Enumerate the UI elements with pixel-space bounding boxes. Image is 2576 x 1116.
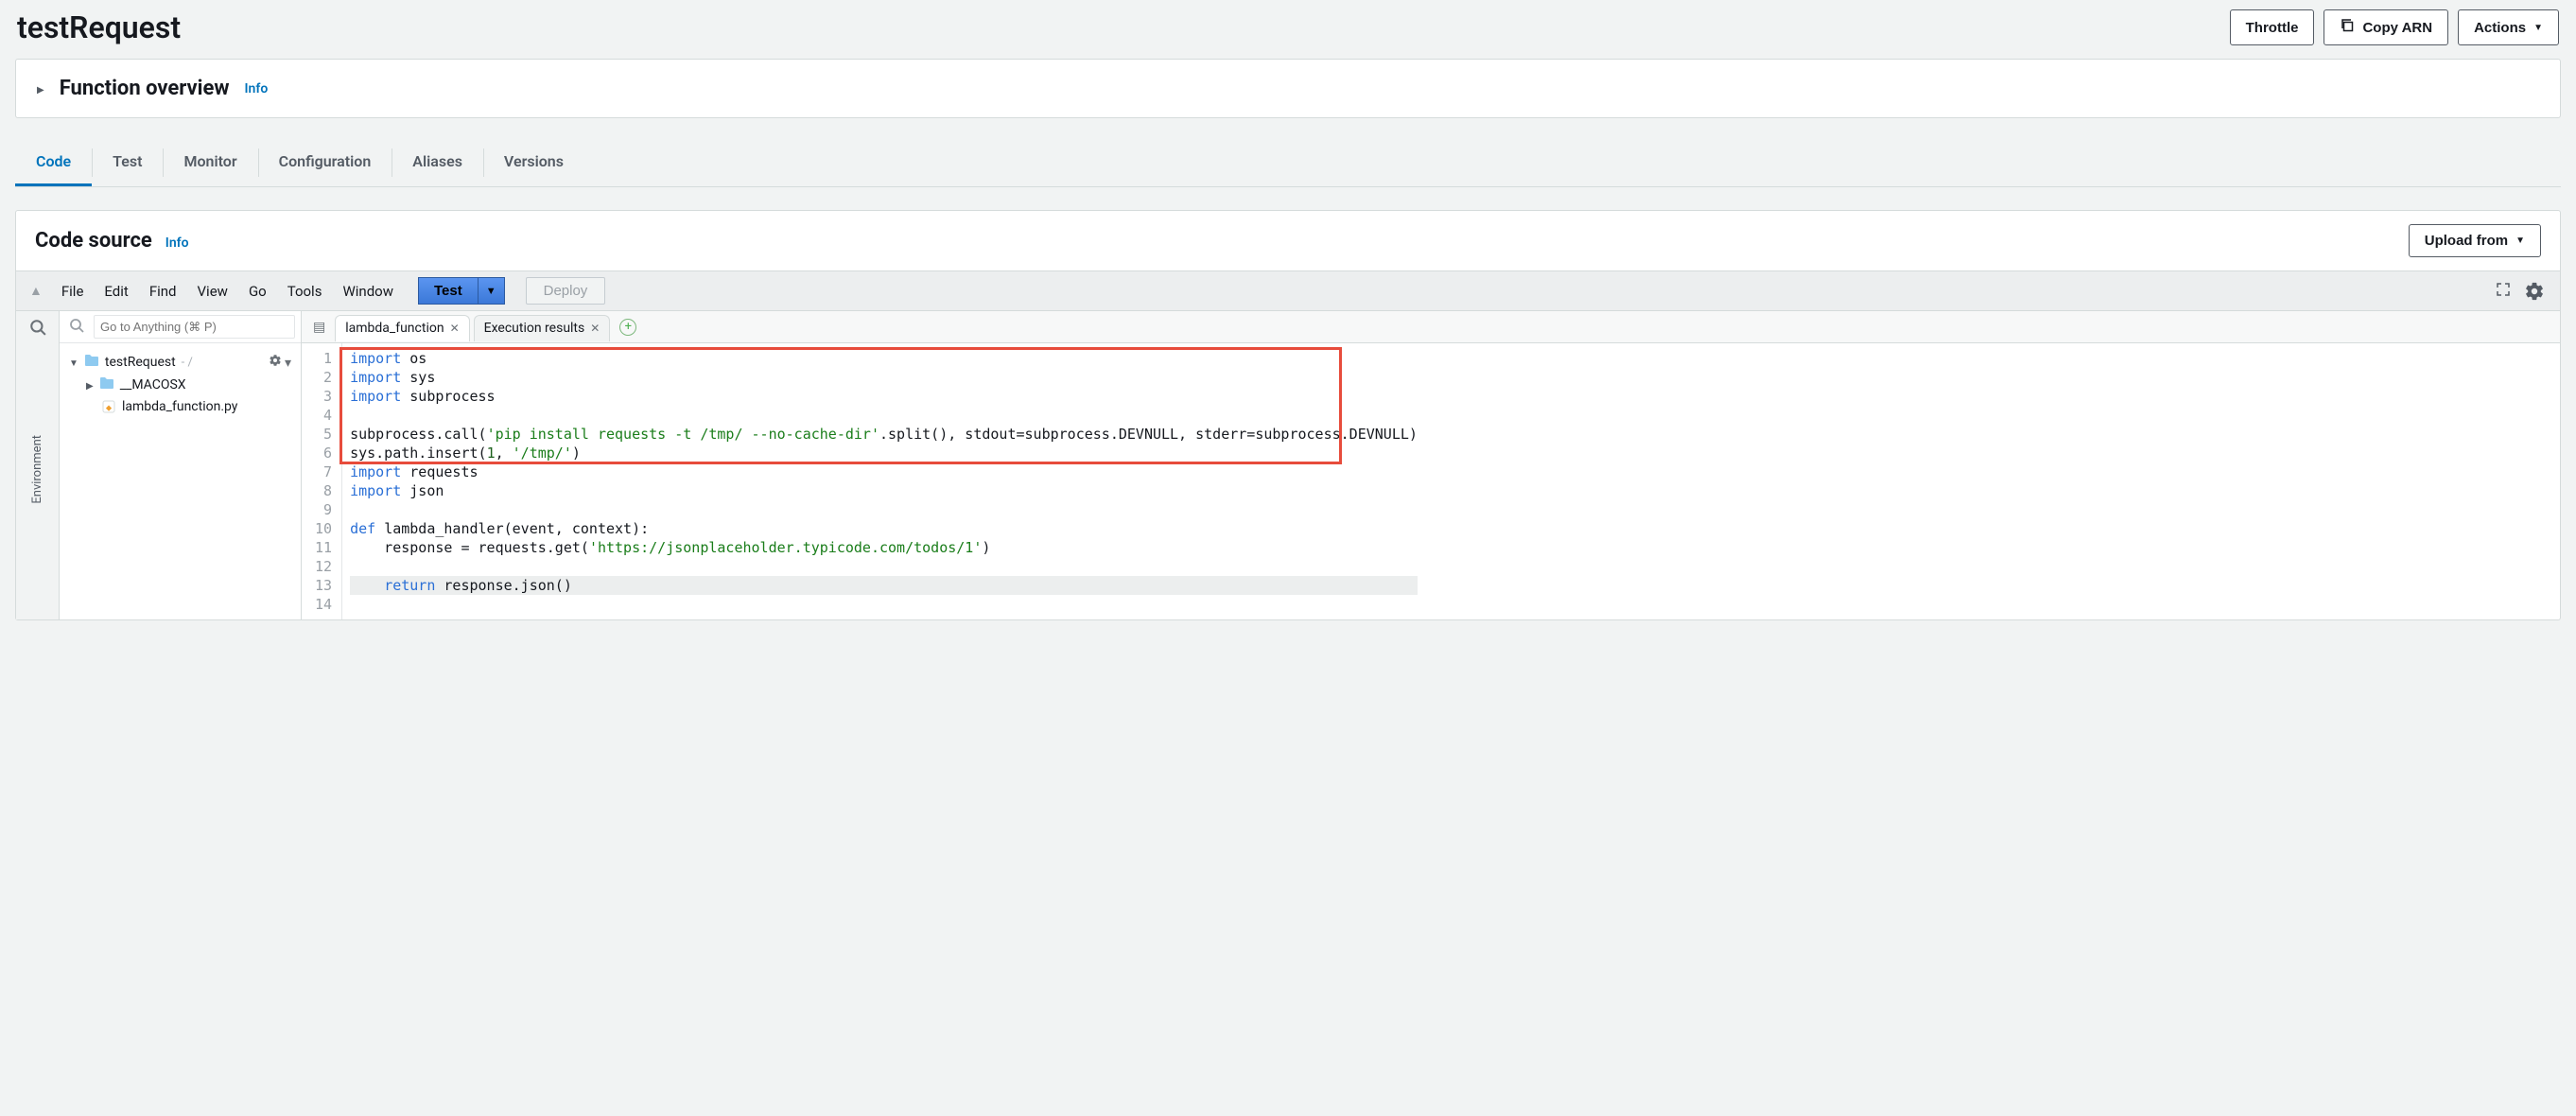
deploy-button: Deploy: [526, 277, 606, 305]
actions-label: Actions: [2474, 20, 2526, 36]
upload-from-label: Upload from: [2425, 233, 2508, 249]
function-overview-info-link[interactable]: Info: [245, 81, 269, 96]
code-line[interactable]: import sys: [350, 368, 1418, 387]
svg-text:⬥: ⬥: [106, 404, 113, 413]
tree-folder-label: __MACOSX: [120, 377, 186, 392]
search-icon[interactable]: [65, 316, 88, 339]
code-line[interactable]: import os: [350, 349, 1418, 368]
expand-toggle-icon[interactable]: [37, 81, 44, 96]
code-source-title: Code source: [35, 229, 152, 253]
copy-icon: [2340, 18, 2355, 37]
editor-tab-inactive[interactable]: Execution results ✕: [474, 315, 611, 341]
test-button[interactable]: Test: [418, 277, 479, 305]
code-line[interactable]: [350, 595, 1418, 614]
menu-tools[interactable]: Tools: [282, 279, 328, 304]
tab-code[interactable]: Code: [15, 139, 92, 186]
code-line[interactable]: import json: [350, 481, 1418, 500]
function-overview-panel: Function overview Info: [15, 59, 2561, 118]
tree-root-label: testRequest: [105, 355, 176, 370]
go-to-anything-input[interactable]: [94, 315, 295, 339]
upload-from-button[interactable]: Upload from ▼: [2409, 224, 2541, 257]
tree-root-suffix: - /: [182, 356, 193, 370]
editor-tab-inactive-label: Execution results: [484, 321, 585, 336]
tree-file[interactable]: ⬥ lambda_function.py: [65, 396, 295, 417]
tab-aliases[interactable]: Aliases: [392, 139, 483, 186]
search-icon[interactable]: [29, 319, 46, 340]
menu-go[interactable]: Go: [243, 279, 272, 304]
tab-versions[interactable]: Versions: [483, 139, 584, 186]
editor-tab-strip: ▤ lambda_function ✕ Execution results ✕ …: [302, 311, 2560, 343]
close-icon[interactable]: ✕: [590, 322, 600, 335]
code-source-info-link[interactable]: Info: [165, 235, 189, 251]
tab-test[interactable]: Test: [92, 139, 163, 186]
code-line[interactable]: def lambda_handler(event, context):: [350, 519, 1418, 538]
chevron-down-icon: ▼: [2533, 23, 2543, 33]
code-source-panel: Code source Info Upload from ▼ ▲ File Ed…: [15, 210, 2561, 620]
side-rail: Environment: [16, 311, 60, 619]
tree-file-label: lambda_function.py: [122, 399, 237, 414]
menu-edit[interactable]: Edit: [98, 279, 133, 304]
pane-icon[interactable]: ▤: [307, 320, 331, 335]
code-editor[interactable]: 1234567891011121314 import osimport sysi…: [302, 343, 2560, 619]
menu-find[interactable]: Find: [144, 279, 183, 304]
menu-file[interactable]: File: [56, 279, 90, 304]
code-line[interactable]: import requests: [350, 462, 1418, 481]
code-line[interactable]: [350, 500, 1418, 519]
actions-button[interactable]: Actions ▼: [2458, 9, 2559, 45]
chevron-down-icon: ▼: [2515, 235, 2525, 246]
copy-arn-button[interactable]: Copy ARN: [2324, 9, 2448, 45]
code-line[interactable]: response = requests.get('https://jsonpla…: [350, 538, 1418, 557]
function-overview-title: Function overview: [60, 77, 230, 100]
code-line[interactable]: [350, 406, 1418, 425]
code-line[interactable]: [350, 557, 1418, 576]
code-line[interactable]: subprocess.call('pip install requests -t…: [350, 425, 1418, 444]
editor-tab-active[interactable]: lambda_function ✕: [335, 315, 469, 341]
gear-icon[interactable]: ▾: [269, 354, 292, 371]
folder-icon: [84, 354, 99, 371]
cloud9-menu-icon[interactable]: ▲: [26, 283, 46, 299]
tab-monitor[interactable]: Monitor: [163, 139, 257, 186]
function-tabs: CodeTestMonitorConfigurationAliasesVersi…: [15, 139, 2561, 187]
chevron-right-icon: [86, 377, 94, 392]
code-line[interactable]: sys.path.insert(1, '/tmp/'): [350, 444, 1418, 462]
copy-arn-label: Copy ARN: [2362, 20, 2432, 36]
file-explorer: testRequest - / ▾ __MACOSX: [60, 311, 302, 619]
editor-tab-active-label: lambda_function: [345, 321, 444, 336]
chevron-down-icon: [69, 355, 78, 370]
page-title: testRequest: [17, 9, 181, 45]
add-tab-icon[interactable]: +: [619, 319, 636, 336]
test-button-dropdown[interactable]: ▼: [479, 277, 505, 305]
throttle-button[interactable]: Throttle: [2230, 9, 2315, 45]
tree-folder[interactable]: __MACOSX: [65, 374, 295, 396]
menu-window[interactable]: Window: [337, 279, 399, 304]
folder-icon: [99, 376, 114, 393]
fullscreen-icon[interactable]: [2496, 282, 2511, 301]
gear-icon[interactable]: [2524, 281, 2545, 302]
code-line[interactable]: return response.json(): [350, 576, 1418, 595]
close-icon[interactable]: ✕: [450, 322, 460, 335]
side-rail-environment-label[interactable]: Environment: [30, 435, 44, 504]
code-line[interactable]: import subprocess: [350, 387, 1418, 406]
tree-root[interactable]: testRequest - / ▾: [65, 351, 295, 374]
menu-view[interactable]: View: [192, 279, 234, 304]
editor-toolbar: ▲ File Edit Find View Go Tools Window Te…: [16, 270, 2560, 311]
python-file-icon: ⬥: [101, 399, 116, 414]
tab-configuration[interactable]: Configuration: [258, 139, 392, 186]
